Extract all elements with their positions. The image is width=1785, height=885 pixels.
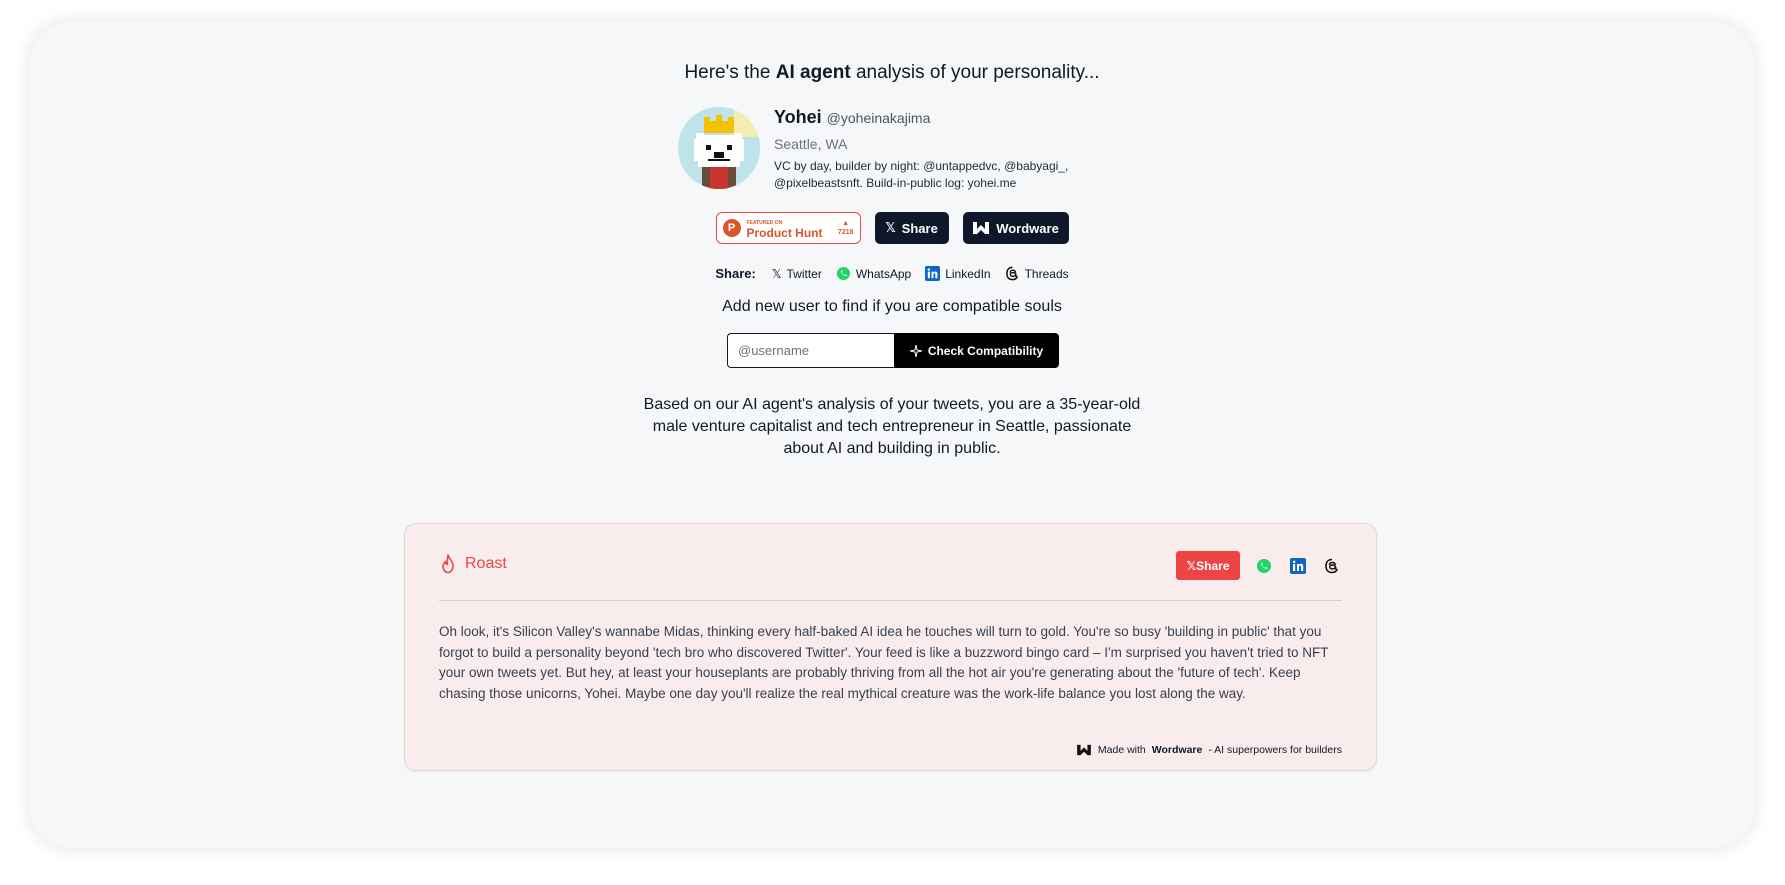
username-input[interactable] xyxy=(727,333,894,368)
avatar xyxy=(678,107,760,189)
wordware-logo-icon xyxy=(1077,744,1091,756)
roast-linkedin-button[interactable] xyxy=(1288,556,1308,576)
profile-name: Yohei xyxy=(774,107,822,127)
share-whatsapp-link[interactable]: WhatsApp xyxy=(836,266,911,281)
headline-prefix: Here's the xyxy=(684,62,776,83)
threads-icon xyxy=(1325,558,1339,573)
profile-name-row: Yohei @yoheinakajima xyxy=(774,107,1119,128)
profile-location: Seattle, WA xyxy=(774,136,848,152)
profile-bio: VC by day, builder by night: @untappedvc… xyxy=(774,159,1069,190)
headline-bold: AI agent xyxy=(775,62,851,83)
made-with-footer[interactable]: Made with Wordware - AI superpowers for … xyxy=(1076,744,1342,756)
share-row-label: Share: xyxy=(715,266,756,281)
compatibility-title: Add new user to find if you are compatib… xyxy=(722,298,1062,315)
wordware-logo-icon xyxy=(973,222,990,234)
roast-whatsapp-button[interactable] xyxy=(1254,556,1274,576)
whatsapp-icon xyxy=(1257,558,1271,573)
roast-share-label: Share xyxy=(1196,558,1230,573)
headline-suffix: analysis of your personality... xyxy=(850,62,1100,83)
flame-icon xyxy=(442,554,454,574)
action-button-row: P FEATURED ON Product Hunt ▲ 7218 𝕏 Shar… xyxy=(30,212,1754,244)
roast-card: Roast 𝕏 Share Oh look, it's Silicon Vall… xyxy=(404,523,1377,771)
upvote-triangle-icon: ▲ xyxy=(842,220,850,227)
wordware-button-label: Wordware xyxy=(996,220,1059,236)
share-on-x-button[interactable]: 𝕏 Share xyxy=(874,212,949,244)
roast-share-actions: 𝕏 Share xyxy=(1176,551,1342,580)
product-hunt-upvotes: ▲ 7218 xyxy=(838,219,854,237)
share-threads-link[interactable]: Threads xyxy=(1005,266,1069,281)
x-icon: 𝕏 xyxy=(885,220,896,235)
made-with-brand: Wordware xyxy=(1151,744,1203,756)
sparkle-icon xyxy=(909,344,922,357)
roast-text: Oh look, it's Silicon Valley's wannabe M… xyxy=(439,624,1329,701)
product-hunt-label: Product Hunt xyxy=(746,226,823,240)
share-whatsapp-label: WhatsApp xyxy=(855,266,912,281)
linkedin-icon xyxy=(1290,557,1306,574)
product-hunt-icon: P xyxy=(722,219,741,237)
roast-divider xyxy=(439,600,1342,601)
product-hunt-count: 7218 xyxy=(837,229,854,236)
share-linkedin-link[interactable]: LinkedIn xyxy=(925,266,991,281)
pixel-bear-avatar-icon xyxy=(678,107,760,189)
page-headline: Here's the AI agent analysis of your per… xyxy=(30,62,1754,84)
check-compatibility-button[interactable]: Check Compatibility xyxy=(894,333,1059,368)
share-twitter-link[interactable]: 𝕏 Twitter xyxy=(772,267,822,281)
profile-card: Yohei @yoheinakajima Seattle, WA VC by d… xyxy=(678,107,1118,197)
share-button-label: Share xyxy=(901,220,938,236)
compatibility-form: Check Compatibility xyxy=(727,333,1059,368)
linkedin-icon xyxy=(925,266,941,281)
share-threads-label: Threads xyxy=(1024,266,1069,281)
made-with-prefix: Made with xyxy=(1097,744,1146,756)
roast-header: Roast xyxy=(439,554,507,574)
analysis-summary: Based on our AI agent's analysis of your… xyxy=(643,396,1141,457)
product-hunt-badge[interactable]: P FEATURED ON Product Hunt ▲ 7218 xyxy=(715,212,861,244)
profile-info: Yohei @yoheinakajima Seattle, WA VC by d… xyxy=(774,107,1119,192)
share-linkedin-label: LinkedIn xyxy=(945,266,991,281)
roast-share-x-button[interactable]: 𝕏 Share xyxy=(1176,551,1240,580)
product-hunt-text: FEATURED ON Product Hunt xyxy=(746,218,823,240)
roast-threads-button[interactable] xyxy=(1322,556,1342,576)
x-icon: 𝕏 xyxy=(771,266,782,281)
share-links-row: Share: 𝕏 Twitter WhatsApp LinkedIn Threa… xyxy=(30,266,1754,281)
made-with-suffix: - AI superpowers for builders xyxy=(1208,744,1342,756)
profile-handle[interactable]: @yoheinakajima xyxy=(827,110,931,126)
wordware-button[interactable]: Wordware xyxy=(962,212,1069,244)
share-twitter-label: Twitter xyxy=(786,266,822,281)
threads-icon xyxy=(1005,266,1018,281)
roast-title: Roast xyxy=(465,555,507,572)
whatsapp-icon xyxy=(836,266,850,281)
x-icon: 𝕏 xyxy=(1186,558,1197,573)
check-compatibility-label: Check Compatibility xyxy=(927,343,1044,358)
page-frame: Here's the AI agent analysis of your per… xyxy=(30,22,1754,848)
